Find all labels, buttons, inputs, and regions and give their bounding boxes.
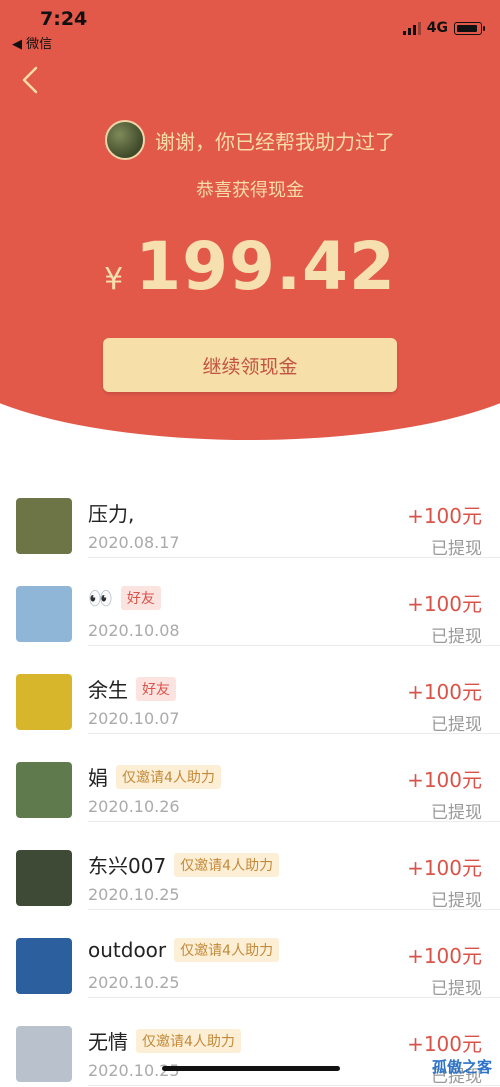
helper-name: outdoor [88, 938, 167, 962]
helper-date: 2020.10.25 [88, 973, 180, 992]
helper-name-line: 无情 仅邀请4人助力 [88, 1026, 241, 1055]
hero-banner: 7:24 ◀ 微信 4G 谢谢，你已经帮我助力过了 恭喜获得现金 ¥ 199.4… [0, 0, 500, 440]
helper-avatar [16, 938, 72, 994]
helper-date: 2020.10.25 [88, 885, 180, 904]
helper-name: 无情 [88, 1030, 128, 1054]
helper-badge: 好友 [136, 676, 176, 701]
helper-name-line: 👀 好友 [88, 586, 161, 610]
reward-amount-item: +100元 [407, 944, 482, 968]
helper-date: 2020.10.26 [88, 797, 180, 816]
helper-avatar [16, 762, 72, 818]
currency-symbol: ¥ [104, 262, 124, 297]
helper-date: 2020.10.08 [88, 621, 180, 640]
list-item[interactable]: 余生 好友 2020.10.07 +100元已提现 [0, 646, 500, 735]
helper-name-line: 余生 好友 [88, 674, 176, 703]
helper-name: 东兴007 [88, 854, 167, 878]
reward-amount-item: +100元 [407, 1032, 482, 1056]
helper-badge: 好友 [120, 586, 161, 610]
list-item[interactable]: 东兴007 仅邀请4人助力 2020.10.25 +100元已提现 [0, 822, 500, 911]
chevron-left-icon [22, 66, 38, 94]
helper-name: 余生 [88, 678, 128, 702]
helper-name-line: 压力, [88, 498, 134, 527]
helper-avatar [16, 674, 72, 730]
list-item[interactable]: 娟仅邀请4人助力 2020.10.26 +100元已提现 [0, 734, 500, 823]
helper-name: 👀 [88, 586, 113, 610]
helper-name-line: outdoor 仅邀请4人助力 [88, 938, 280, 962]
helper-badge: 仅邀请4人助力 [136, 1028, 241, 1053]
home-indicator[interactable] [162, 1066, 340, 1071]
helper-name: 娟 [88, 766, 108, 790]
helper-name-line: 娟仅邀请4人助力 [88, 762, 221, 791]
amount-value: 199.42 [135, 228, 396, 305]
withdraw-status: 已提现 [431, 627, 482, 647]
list-item[interactable]: 压力, 2020.08.17 +100元已提现 [0, 470, 500, 559]
helper-date: 2020.10.07 [88, 709, 180, 728]
reward-amount-item: +100元 [407, 856, 482, 880]
reward-subtitle: 恭喜获得现金 [196, 180, 304, 201]
withdraw-status: 已提现 [431, 891, 482, 911]
inviter-row: 谢谢，你已经帮我助力过了 [0, 120, 500, 160]
back-to-app-link[interactable]: ◀ 微信 [12, 33, 52, 52]
reward-amount-item: +100元 [407, 592, 482, 616]
helper-date: 2020.08.17 [88, 533, 180, 552]
back-button[interactable] [18, 62, 44, 98]
status-time: 7:24 [40, 8, 88, 30]
signal-icon [402, 21, 421, 35]
helper-name-line: 东兴007 仅邀请4人助力 [88, 850, 280, 879]
withdraw-status: 已提现 [431, 715, 482, 735]
helper-name: 压力, [88, 502, 135, 526]
inviter-avatar [105, 120, 145, 160]
reward-amount-item: +100元 [407, 768, 482, 792]
continue-cash-button[interactable]: 继续领现金 [103, 338, 397, 392]
helper-badge: 仅邀请4人助力 [174, 852, 280, 877]
list-item[interactable]: 无情 仅邀请4人助力 2020.10.25 +100元 已提现 [0, 998, 500, 1087]
watermark-text: 孤傲之客 [431, 1058, 492, 1076]
network-type: 4G [426, 20, 448, 36]
status-indicators: 4G [402, 20, 485, 36]
list-item[interactable]: outdoor 仅邀请4人助力 2020.10.25 +100元已提现 [0, 910, 500, 999]
reward-amount: ¥ 199.42 [0, 228, 500, 305]
withdraw-status: 已提现 [431, 803, 482, 823]
helper-badge: 仅邀请4人助力 [174, 938, 280, 962]
helper-badge: 仅邀请4人助力 [116, 764, 221, 789]
helper-avatar [16, 586, 72, 642]
withdraw-status: 已提现 [431, 539, 482, 559]
reward-amount-item: +100元 [407, 680, 482, 704]
helper-avatar [16, 1026, 72, 1082]
battery-icon [454, 21, 485, 35]
withdraw-status: 已提现 [431, 979, 482, 999]
row-divider [88, 1085, 500, 1086]
inviter-message: 谢谢，你已经帮我助力过了 [155, 129, 395, 154]
reward-amount-item: +100元 [407, 504, 482, 528]
list-item[interactable]: 👀 好友 2020.10.08 +100元已提现 [0, 558, 500, 647]
helper-avatar [16, 498, 72, 554]
helper-record-list: 压力, 2020.08.17 +100元 已提现 👀 好友 2020.10.08 +100元已… [0, 470, 500, 1087]
status-bar: 7:24 ◀ 微信 4G [0, 0, 500, 52]
helper-avatar [16, 850, 72, 906]
